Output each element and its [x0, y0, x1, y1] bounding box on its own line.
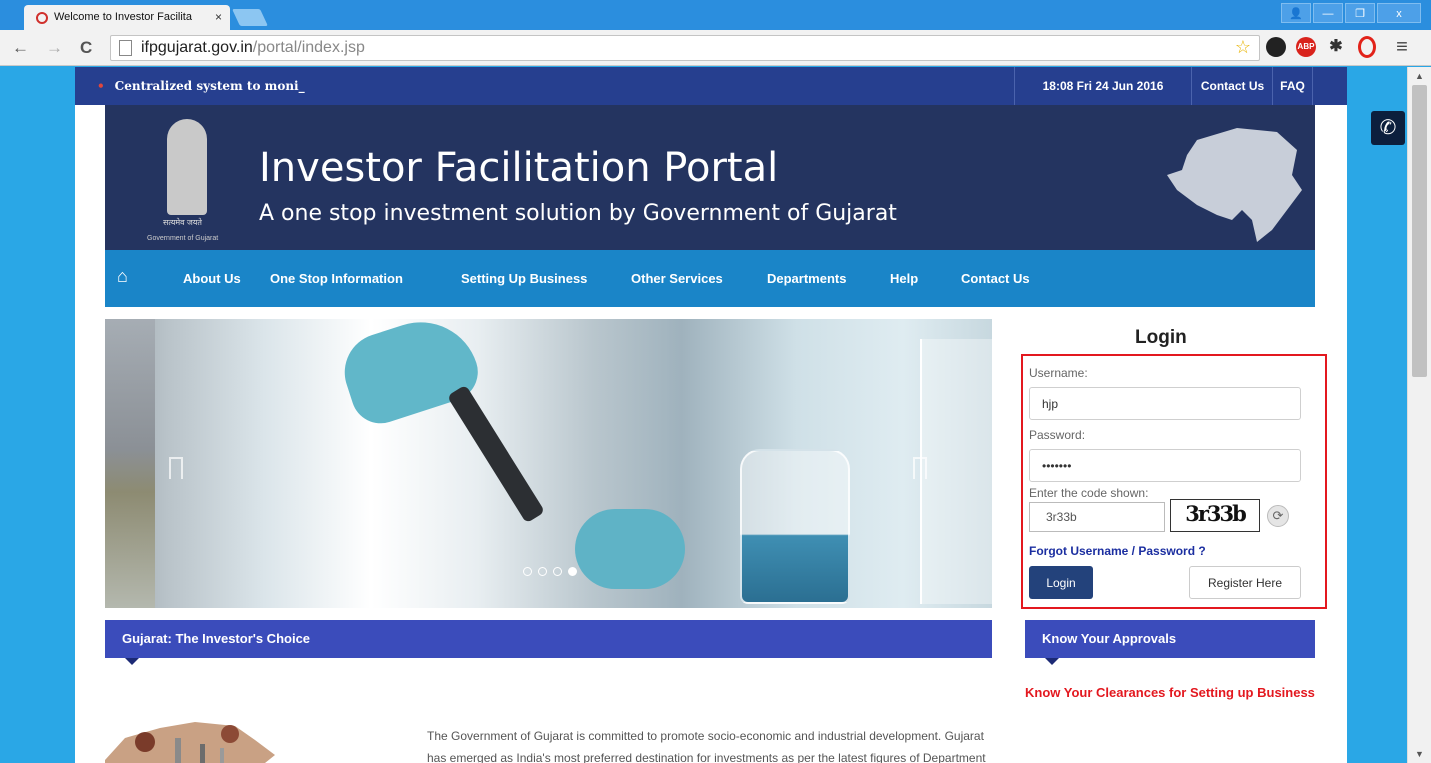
- captcha-label: Enter the code shown:: [1029, 486, 1149, 500]
- scroll-up-arrow-icon[interactable]: ▲: [1415, 71, 1424, 81]
- slider-dot[interactable]: [553, 567, 562, 576]
- state-emblem-icon: सत्यमेव जयते Government of Gujarat: [133, 113, 243, 247]
- nav-one-stop-information[interactable]: One Stop Information: [270, 250, 403, 307]
- phone-icon[interactable]: ✆: [1371, 111, 1405, 145]
- top-faq-link[interactable]: FAQ: [1273, 67, 1313, 105]
- slider-dot[interactable]: [523, 567, 532, 576]
- captcha-input[interactable]: [1029, 502, 1165, 532]
- current-datetime: 18:08 Fri 24 Jun 2016: [1014, 67, 1192, 105]
- slide-flask-image: [740, 449, 850, 604]
- captcha-image: 3r33b: [1170, 499, 1260, 532]
- nav-other-services[interactable]: Other Services: [631, 250, 723, 307]
- investor-choice-title: Gujarat: The Investor's Choice: [122, 631, 311, 646]
- approvals-header: Know Your Approvals: [1025, 620, 1315, 665]
- slide-glassware-image: [920, 339, 992, 604]
- portal-subtitle: A one stop investment solution by Govern…: [259, 201, 897, 226]
- nav-setting-up-business[interactable]: Setting Up Business: [461, 250, 587, 307]
- top-info-bar: • Centralized system to moni_ 18:08 Fri 2…: [75, 67, 1347, 105]
- approvals-title: Know Your Approvals: [1042, 631, 1177, 646]
- slide-hand-image: [575, 509, 685, 589]
- password-input[interactable]: [1029, 449, 1301, 482]
- ticker-text: Centralized system to moni_: [114, 79, 305, 93]
- address-bar[interactable]: ifpgujarat.gov.in/portal/index.jsp: [110, 35, 1260, 61]
- caret-down-icon: [1045, 658, 1059, 665]
- news-ticker[interactable]: • Centralized system to moni_: [97, 79, 305, 93]
- slider-prev-arrow-icon[interactable]: [169, 457, 183, 479]
- slider-dot-active[interactable]: [568, 567, 577, 576]
- opera-icon[interactable]: [1358, 36, 1376, 58]
- investor-choice-header: Gujarat: The Investor's Choice: [105, 620, 992, 665]
- image-slider[interactable]: [105, 319, 992, 608]
- forward-arrow-icon[interactable]: →: [46, 38, 63, 58]
- minimize-button[interactable]: —: [1313, 3, 1343, 23]
- password-label: Password:: [1029, 428, 1086, 442]
- page-icon: [119, 40, 132, 56]
- nav-contact-us[interactable]: Contact Us: [961, 250, 1030, 307]
- slide-pipette-image: [446, 384, 546, 524]
- clearances-link[interactable]: Know Your Clearances for Setting up Busi…: [1025, 681, 1315, 705]
- restore-button[interactable]: ❐: [1345, 3, 1375, 23]
- gujarat-collage-image: [105, 722, 275, 763]
- back-arrow-icon[interactable]: ←: [12, 38, 29, 58]
- nav-about-us[interactable]: About Us: [183, 250, 241, 307]
- opera-favicon-icon: [36, 12, 48, 24]
- browser-title-bar: Welcome to Investor Facilita × 👤 — ❐ x: [0, 0, 1431, 30]
- emblem-caption: Government of Gujarat: [147, 235, 219, 242]
- chrome-menu-icon[interactable]: ≡: [1392, 37, 1412, 57]
- bookmark-star-icon[interactable]: ☆: [1233, 37, 1253, 57]
- intro-paragraph: The Government of Gujarat is committed t…: [427, 729, 986, 763]
- nav-departments[interactable]: Departments: [767, 250, 846, 307]
- nav-help[interactable]: Help: [890, 250, 918, 307]
- emblem-motto: सत्यमेव जयते: [163, 218, 202, 227]
- scroll-thumb[interactable]: [1412, 85, 1427, 377]
- header-banner: सत्यमेव जयते Government of Gujarat Inves…: [105, 105, 1315, 250]
- url-host: ifpgujarat.gov.in: [141, 39, 253, 56]
- slider-dot[interactable]: [538, 567, 547, 576]
- top-contact-us-link[interactable]: Contact Us: [1193, 67, 1273, 105]
- username-label: Username:: [1029, 366, 1088, 380]
- register-button[interactable]: Register Here: [1189, 566, 1301, 599]
- home-icon[interactable]: ⌂: [117, 266, 128, 287]
- login-button[interactable]: Login: [1029, 566, 1093, 599]
- scroll-down-arrow-icon[interactable]: ▼: [1415, 749, 1424, 759]
- forgot-credentials-link[interactable]: Forgot Username / Password ?: [1029, 544, 1206, 558]
- emblem-seal: [167, 119, 207, 215]
- login-form: Username: Password: Enter the code shown…: [1021, 354, 1327, 609]
- caret-down-icon: [125, 658, 139, 665]
- gujarat-map-icon: [1167, 128, 1302, 242]
- extension-puzzle-icon[interactable]: ✱: [1326, 37, 1346, 57]
- reload-icon[interactable]: C: [80, 38, 92, 58]
- slider-pagination: [523, 567, 577, 576]
- tab-close-icon[interactable]: ×: [215, 10, 222, 24]
- browser-toolbar: ← → C ifpgujarat.gov.in/portal/index.jsp…: [0, 30, 1431, 66]
- extension-circle-icon[interactable]: [1266, 37, 1286, 57]
- adblock-plus-icon[interactable]: ABP: [1296, 37, 1316, 57]
- new-tab-button[interactable]: [232, 9, 268, 26]
- user-profile-icon[interactable]: 👤: [1281, 3, 1311, 23]
- username-input[interactable]: [1029, 387, 1301, 420]
- browser-tab[interactable]: Welcome to Investor Facilita ×: [24, 5, 230, 30]
- main-navigation: ⌂ About Us One Stop Information Setting …: [105, 250, 1315, 307]
- page-viewport: • Centralized system to moni_ 18:08 Fri 2…: [0, 67, 1407, 763]
- slide-city-image: [105, 319, 155, 608]
- login-title: Login: [1135, 327, 1187, 348]
- vertical-scrollbar[interactable]: ▲ ▼: [1407, 67, 1431, 763]
- close-window-button[interactable]: x: [1377, 3, 1421, 23]
- url-path: /portal/index.jsp: [252, 39, 365, 56]
- tab-title: Welcome to Investor Facilita: [54, 11, 192, 23]
- window-controls: 👤 — ❐ x: [1281, 3, 1421, 23]
- ticker-bullet-icon: •: [97, 79, 105, 93]
- portal-title: Investor Facilitation Portal: [259, 145, 779, 191]
- page-content: सत्यमेव जयते Government of Gujarat Inves…: [75, 105, 1347, 763]
- slider-next-arrow-icon[interactable]: [913, 457, 927, 479]
- refresh-captcha-icon[interactable]: ⟳: [1267, 505, 1289, 527]
